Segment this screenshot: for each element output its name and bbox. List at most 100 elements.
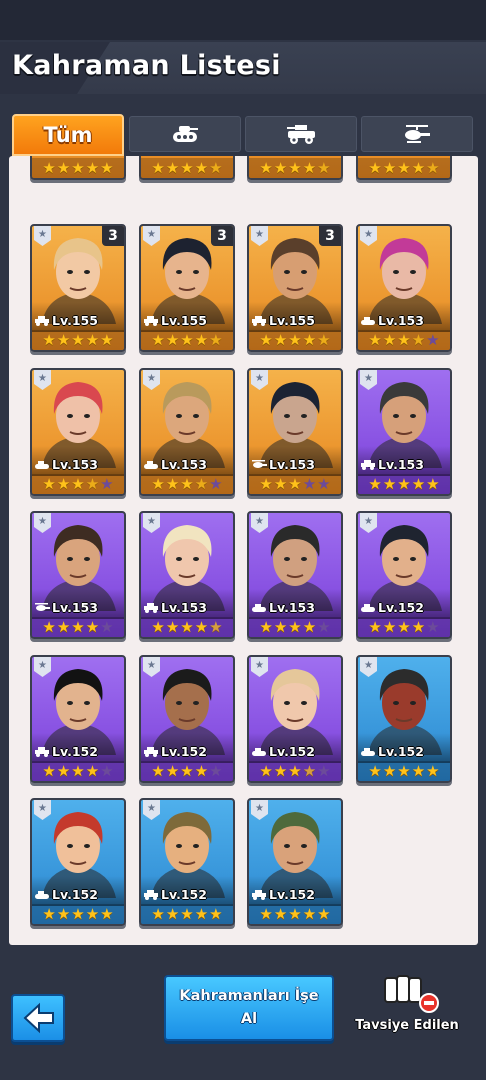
star-rating: ★ ★ ★ ★ ★ <box>249 617 341 637</box>
hero-level: Lv.152 <box>251 887 315 902</box>
star-icon: ★ <box>56 330 71 349</box>
star-icon: ★ <box>273 330 288 349</box>
hero-card[interactable]: ★ Lv.152 ★ ★ ★ ★ ★ <box>247 655 343 783</box>
hero-card[interactable]: ★ Lv.153 ★ ★ ★ ★ ★ <box>139 368 235 496</box>
hero-level: Lv.153 <box>251 600 315 615</box>
star-icon: ★ <box>397 761 411 780</box>
recommended-button[interactable]: Tavsiye Edilen <box>355 970 459 1040</box>
star-rating: ★ ★ ★ ★ ★ <box>32 474 124 494</box>
star-icon: ★ <box>426 761 440 780</box>
star-icon: ★ <box>209 904 223 923</box>
star-icon: ★ <box>56 474 71 493</box>
hero-card[interactable]: ★ Lv.153 ★ ★ ★ ★ ★ <box>30 368 126 496</box>
hero-card[interactable]: ★ Lv.153 ★ ★ ★ ★ ★ <box>139 511 235 639</box>
copies-count: 3 <box>319 226 341 246</box>
hero-card[interactable]: ★ Lv.153 ★ ★ ★ ★ ★ <box>356 368 452 496</box>
hero-level: Lv.152 <box>143 887 207 902</box>
star-icon: ★ <box>259 330 273 349</box>
hero-card[interactable]: ★ Lv.152 ★ ★ ★ ★ ★ <box>139 655 235 783</box>
arrow-left-icon <box>23 1002 54 1034</box>
back-button[interactable] <box>11 994 65 1042</box>
hero-card[interactable]: ★ 3 Lv.155 ★ ★ ★ ★ ★ <box>30 224 126 352</box>
star-icon: ★ <box>100 330 114 349</box>
hero-card[interactable]: ★ Lv.152 ★ ★ ★ ★ ★ <box>30 798 126 926</box>
star-icon: ★ <box>259 617 273 636</box>
star-icon: ★ <box>71 617 85 636</box>
helicopter-icon <box>405 125 430 143</box>
star-icon: ★ <box>259 474 273 493</box>
star-rating: ★ ★ ★ ★ ★ <box>249 330 341 350</box>
star-icon: ★ <box>397 617 411 636</box>
hero-level-text: Lv.153 <box>269 600 315 615</box>
star-icon: ★ <box>56 761 71 780</box>
hero-level-text: Lv.153 <box>161 457 207 472</box>
hero-level: Lv.153 <box>34 457 98 472</box>
star-icon: ★ <box>209 761 223 780</box>
tank-icon <box>361 747 375 756</box>
hero-level-text: Lv.153 <box>378 313 424 328</box>
hero-card[interactable]: ★ Lv.153 ★ ★ ★ ★ ★ <box>30 511 126 639</box>
hero-card[interactable]: ★ Lv.152 ★ ★ ★ ★ ★ <box>247 798 343 926</box>
hero-card[interactable]: ★ Lv.152 ★ ★ ★ ★ ★ <box>356 511 452 639</box>
hero-level-text: Lv.152 <box>52 744 98 759</box>
star-icon: ★ <box>317 904 331 923</box>
star-icon: ★ <box>288 330 302 349</box>
star-icon: ★ <box>209 330 223 349</box>
star-rating: ★ ★ ★ ★ ★ <box>358 330 450 350</box>
star-icon: ★ <box>302 330 317 349</box>
tab-all-label: Tüm <box>43 123 93 147</box>
hero-card[interactable]: ★ Lv.152 ★ ★ ★ ★ ★ <box>30 655 126 783</box>
tab-helicopter[interactable] <box>361 116 473 152</box>
star-icon: ★ <box>426 617 440 636</box>
star-icon: ★ <box>411 761 426 780</box>
hero-card[interactable]: ★ Lv.153 ★ ★ ★ ★ ★ <box>247 511 343 639</box>
star-icon: ★ <box>42 904 56 923</box>
hero-level-text: Lv.152 <box>378 600 424 615</box>
hero-card[interactable]: ★ Lv.153 ★ ★ ★ ★ ★ <box>247 368 343 496</box>
vehicle-icon <box>252 315 266 326</box>
hero-level: Lv.152 <box>360 600 424 615</box>
tank-icon <box>35 890 49 899</box>
star-icon: ★ <box>71 330 85 349</box>
star-rating: ★ ★ ★ ★ ★ <box>358 617 450 637</box>
star-rating: ★ ★ ★ ★ ★ <box>32 904 124 924</box>
star-icon: ★ <box>165 617 180 636</box>
heli-icon <box>252 459 267 468</box>
star-icon: ★ <box>368 761 382 780</box>
star-icon: ★ <box>42 761 56 780</box>
star-icon: ★ <box>273 761 288 780</box>
star-icon: ★ <box>426 474 440 493</box>
hero-card[interactable]: ★ Lv.153 ★ ★ ★ ★ ★ <box>356 224 452 352</box>
star-icon: ★ <box>273 904 288 923</box>
star-icon: ★ <box>151 617 165 636</box>
star-icon: ★ <box>411 474 426 493</box>
vehicle-icon <box>144 315 158 326</box>
hero-level-text: Lv.153 <box>378 457 424 472</box>
hero-card-partial[interactable]: ★ ★ ★ ★ ★ <box>356 156 452 180</box>
recommended-icon <box>384 975 439 1013</box>
hero-card-partial[interactable]: ★ ★ ★ ★ ★ <box>139 156 235 180</box>
star-icon: ★ <box>382 761 397 780</box>
tab-vehicle[interactable] <box>245 116 357 152</box>
hero-level-text: Lv.153 <box>161 600 207 615</box>
hero-level: Lv.152 <box>251 744 315 759</box>
hero-card-partial[interactable]: ★ ★ ★ ★ ★ <box>30 156 126 180</box>
hero-level-text: Lv.152 <box>269 744 315 759</box>
star-icon: ★ <box>42 617 56 636</box>
star-icon: ★ <box>100 617 114 636</box>
recommended-label: Tavsiye Edilen <box>355 1018 459 1033</box>
tank-icon <box>252 603 266 612</box>
hero-level-text: Lv.155 <box>52 313 98 328</box>
star-icon: ★ <box>288 474 302 493</box>
tab-all[interactable]: Tüm <box>12 114 124 156</box>
hero-card[interactable]: ★ 3 Lv.155 ★ ★ ★ ★ ★ <box>247 224 343 352</box>
hero-level: Lv.152 <box>360 744 424 759</box>
hero-card[interactable]: ★ Lv.152 ★ ★ ★ ★ ★ <box>139 798 235 926</box>
recruit-heroes-button[interactable]: Kahramanları İşe Al <box>164 975 334 1041</box>
hero-card[interactable]: ★ 3 Lv.155 ★ ★ ★ ★ ★ <box>139 224 235 352</box>
hero-card[interactable]: ★ Lv.152 ★ ★ ★ ★ ★ <box>356 655 452 783</box>
tank-icon <box>252 747 266 756</box>
tab-tank[interactable] <box>129 116 241 152</box>
hero-card-partial[interactable]: ★ ★ ★ ★ ★ <box>247 156 343 180</box>
star-icon: ★ <box>194 761 209 780</box>
